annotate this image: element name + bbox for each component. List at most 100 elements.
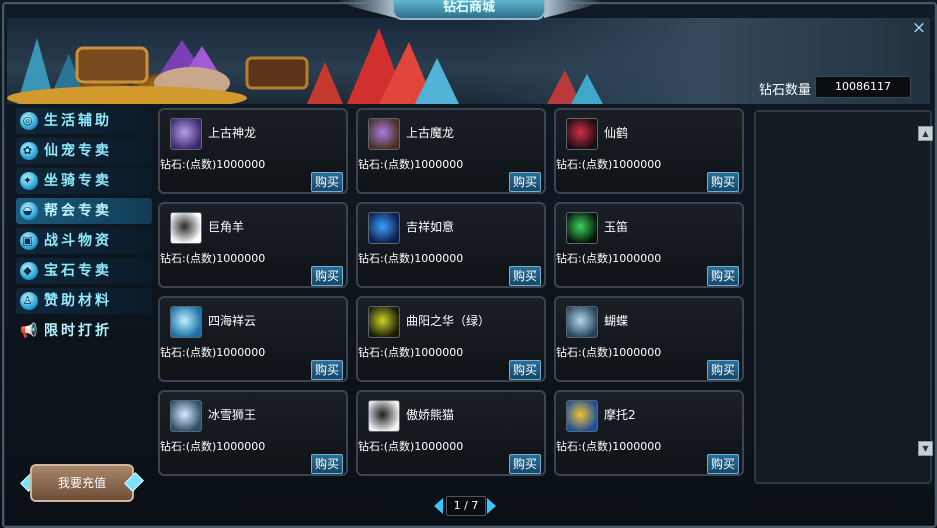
item-card: 上古魔龙钻石:(点数)1000000 购买 — [356, 108, 546, 194]
category-gem-shop[interactable]: ◆ 宝石专卖 — [16, 258, 152, 284]
category-limited-sale[interactable]: 📢 限时打折 — [16, 318, 152, 344]
item-name: 上古魔龙 — [406, 126, 455, 140]
buy-button[interactable]: 购买 — [311, 266, 343, 286]
scroll-panel: ▲ ▼ — [754, 110, 933, 484]
prev-page-icon[interactable] — [434, 498, 443, 514]
green-blade-icon — [368, 306, 400, 338]
buy-button[interactable]: 购买 — [509, 172, 541, 192]
item-card: 傲娇熊猫钻石:(点数)1000000 购买 — [356, 390, 546, 476]
item-price: 钻石:(点数)1000000 — [160, 252, 266, 265]
category-life-assist[interactable]: ◎ 生活辅助 — [16, 108, 152, 134]
diamond-count-label: 钻石数量 — [759, 83, 812, 98]
sponsor-icon: ♙ — [20, 292, 38, 310]
guild-icon: ◒ — [20, 202, 38, 220]
buy-button[interactable]: 购买 — [707, 266, 739, 286]
item-name: 巨角羊 — [208, 220, 245, 234]
item-price: 钻石:(点数)1000000 — [556, 252, 662, 265]
item-card: 摩托2 钻石:(点数)1000000 购买 — [554, 390, 744, 476]
category-label: 战斗物资 — [44, 233, 112, 249]
item-name: 四海祥云 — [208, 314, 257, 328]
item-name: 摩托2 — [604, 408, 636, 422]
demon-dragon-icon — [368, 118, 400, 150]
item-price: 钻石:(点数)1000000 — [556, 158, 662, 171]
category-battle-supplies[interactable]: ▣ 战斗物资 — [16, 228, 152, 254]
category-label: 限时打折 — [44, 323, 112, 339]
crane-icon — [566, 118, 598, 150]
shop-window: 钻石数量 10086117 钻石商城 × ◎ 生活辅助 ✿ 仙宠专卖 ✦ 坐骑专… — [0, 0, 937, 528]
item-name: 蝴蝶 — [604, 314, 629, 328]
butterfly-icon — [566, 306, 598, 338]
buy-button[interactable]: 购买 — [707, 172, 739, 192]
item-name: 玉笛 — [604, 220, 629, 234]
banner-treasure-image: 钻石数量 10086117 — [7, 18, 930, 104]
item-card: 玉笛钻石:(点数)1000000 购买 — [554, 202, 744, 288]
buy-button[interactable]: 购买 — [311, 360, 343, 380]
item-price: 钻石:(点数)1000000 — [160, 440, 266, 453]
scroll-up-icon[interactable]: ▲ — [918, 126, 933, 141]
item-card: 吉祥如意钻石:(点数)1000000 购买 — [356, 202, 546, 288]
dragon-icon — [170, 118, 202, 150]
buy-button[interactable]: 购买 — [509, 454, 541, 474]
item-card: 四海祥云钻石:(点数)1000000 购买 — [158, 296, 348, 382]
cloud-icon — [170, 306, 202, 338]
item-price: 钻石:(点数)1000000 — [358, 440, 464, 453]
diamond-count-value: 10086117 — [815, 76, 911, 98]
scroll-down-icon[interactable]: ▼ — [918, 441, 933, 456]
paw-icon: ✿ — [20, 142, 38, 160]
category-sidebar: ◎ 生活辅助 ✿ 仙宠专卖 ✦ 坐骑专卖 ◒ 帮会专卖 ▣ 战斗物资 ◆ 宝石专… — [8, 106, 154, 518]
window-title: 钻石商城 — [392, 0, 546, 20]
item-price: 钻石:(点数)1000000 — [556, 346, 662, 359]
item-price: 钻石:(点数)1000000 — [358, 158, 464, 171]
recharge-label: 我要充值 — [30, 464, 134, 502]
category-label: 宝石专卖 — [44, 263, 112, 279]
item-name: 傲娇熊猫 — [406, 408, 455, 422]
category-label: 仙宠专卖 — [44, 143, 112, 159]
panda-icon — [368, 400, 400, 432]
category-label: 帮会专卖 — [44, 203, 112, 219]
gem-icon: ◆ — [20, 262, 38, 280]
item-price: 钻石:(点数)1000000 — [160, 158, 266, 171]
next-page-icon[interactable] — [487, 498, 496, 514]
buy-button[interactable]: 购买 — [311, 454, 343, 474]
buy-button[interactable]: 购买 — [509, 360, 541, 380]
item-price: 钻石:(点数)1000000 — [358, 252, 464, 265]
ice-lion-icon — [170, 400, 202, 432]
item-name: 上古神龙 — [208, 126, 257, 140]
pagination: 1 / 7 — [434, 496, 498, 516]
item-card: 曲阳之华（绿） 钻石:(点数)1000000 购买 — [356, 296, 546, 382]
item-name: 仙鹤 — [604, 126, 629, 140]
category-label: 生活辅助 — [44, 113, 112, 129]
jade-flute-icon — [566, 212, 598, 244]
recharge-button[interactable]: 我要充值 — [20, 460, 144, 504]
category-mount-shop[interactable]: ✦ 坐骑专卖 — [16, 168, 152, 194]
life-icon: ◎ — [20, 112, 38, 130]
buy-button[interactable]: 购买 — [509, 266, 541, 286]
buy-button[interactable]: 购买 — [707, 360, 739, 380]
buy-button[interactable]: 购买 — [311, 172, 343, 192]
category-guild-shop[interactable]: ◒ 帮会专卖 — [16, 198, 152, 224]
item-name: 冰雪狮王 — [208, 408, 257, 422]
item-price: 钻石:(点数)1000000 — [358, 346, 464, 359]
item-card: 冰雪狮王钻石:(点数)1000000 购买 — [158, 390, 348, 476]
item-price: 钻石:(点数)1000000 — [160, 346, 266, 359]
megaphone-icon: 📢 — [20, 323, 41, 339]
category-sponsor-materials[interactable]: ♙ 赞助材料 — [16, 288, 152, 314]
item-name: 曲阳之华（绿） — [406, 314, 491, 328]
category-pet-shop[interactable]: ✿ 仙宠专卖 — [16, 138, 152, 164]
page-indicator: 1 / 7 — [446, 496, 486, 516]
category-label: 坐骑专卖 — [44, 173, 112, 189]
item-card: 仙鹤钻石:(点数)1000000 购买 — [554, 108, 744, 194]
motorbike-icon — [566, 400, 598, 432]
item-grid: 上古神龙钻石:(点数)1000000 购买 上古魔龙钻石:(点数)1000000 购买… — [158, 108, 754, 486]
item-name: 吉祥如意 — [406, 220, 455, 234]
ruyi-icon — [368, 212, 400, 244]
item-card: 上古神龙钻石:(点数)1000000 购买 — [158, 108, 348, 194]
buy-button[interactable]: 购买 — [707, 454, 739, 474]
item-card: 巨角羊钻石:(点数)1000000 购买 — [158, 202, 348, 288]
category-label: 赞助材料 — [44, 293, 112, 309]
close-icon[interactable]: × — [909, 18, 929, 38]
item-card: 蝴蝶钻石:(点数)1000000 购买 — [554, 296, 744, 382]
mount-icon: ✦ — [20, 172, 38, 190]
ram-icon — [170, 212, 202, 244]
battle-icon: ▣ — [20, 232, 38, 250]
